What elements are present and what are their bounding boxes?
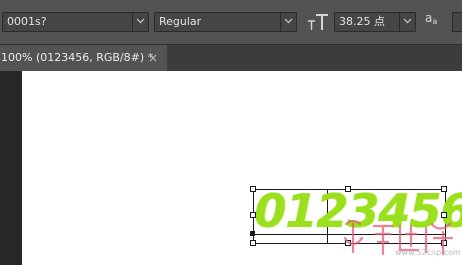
anti-alias-label-small: a xyxy=(432,17,438,26)
transform-handle-middle-left[interactable] xyxy=(250,212,256,218)
transform-handle-top-right[interactable] xyxy=(441,186,447,192)
transform-handle-top-left[interactable] xyxy=(250,186,256,192)
font-style-value: Regular xyxy=(159,15,202,28)
font-family-value: 0001s? xyxy=(7,15,47,28)
font-size-field[interactable]: 38.25 点 xyxy=(334,12,416,32)
transform-handle-bottom-left[interactable] xyxy=(250,240,256,246)
text-cursor-anchor[interactable] xyxy=(250,231,255,236)
anti-alias-select[interactable] xyxy=(452,12,462,32)
chevron-down-icon[interactable] xyxy=(399,13,415,31)
font-size-value: 38.25 点 xyxy=(339,15,385,28)
font-family-field[interactable]: 0001s? xyxy=(2,12,149,32)
chevron-down-icon[interactable] xyxy=(280,13,296,31)
anti-alias-icon: aa xyxy=(425,11,443,31)
watermark-logo xyxy=(343,219,454,256)
font-size-icon xyxy=(306,12,330,32)
transform-handle-top-center[interactable] xyxy=(345,186,351,192)
options-bar: 0001s? Regular 38.25 点 aa xyxy=(0,0,462,44)
document-tab[interactable]: 100% (0123456, RGB/8#) * × xyxy=(0,45,167,71)
document-tab-bar: 100% (0123456, RGB/8#) * × xyxy=(0,44,462,72)
font-style-field[interactable]: Regular xyxy=(154,12,297,32)
close-icon[interactable]: × xyxy=(148,45,158,71)
chevron-down-icon[interactable] xyxy=(132,13,148,31)
watermark-url: www.52cnp.com xyxy=(395,248,461,257)
document-tab-title: 100% (0123456, RGB/8#) * xyxy=(1,51,154,64)
